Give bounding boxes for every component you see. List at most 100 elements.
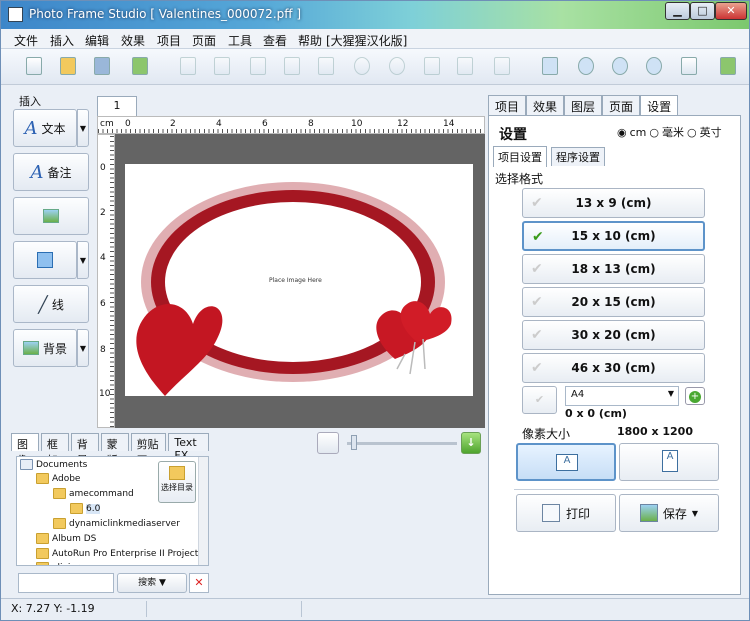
export-icon[interactable] bbox=[717, 55, 739, 77]
insert-note-button[interactable]: A 备注 bbox=[13, 153, 89, 191]
size-13x9-button[interactable]: ✔ 13 x 9 (cm) bbox=[522, 188, 705, 218]
print-button[interactable]: 打印 bbox=[516, 494, 616, 532]
group-icon[interactable] bbox=[315, 55, 337, 77]
tab-clipart[interactable]: 剪贴画 bbox=[130, 433, 167, 467]
search-button[interactable]: 搜索 ▼ bbox=[117, 573, 187, 593]
tree-item[interactable]: Album DS bbox=[36, 533, 96, 544]
zoom-actual-icon[interactable] bbox=[643, 55, 665, 77]
tree-item[interactable]: Adobe bbox=[36, 473, 80, 484]
unit-mm-radio[interactable]: ○ bbox=[649, 126, 659, 139]
size-30x20-button[interactable]: ✔ 30 x 20 (cm) bbox=[522, 320, 705, 350]
tab-project[interactable]: 项目 bbox=[488, 95, 527, 115]
insert-shape-button[interactable] bbox=[13, 241, 77, 279]
paper-check-button[interactable]: ✔ bbox=[522, 386, 557, 414]
chevron-down-icon: ▼ bbox=[667, 389, 674, 398]
zoom-in-icon[interactable] bbox=[575, 55, 597, 77]
menu-page[interactable]: 页面 bbox=[192, 32, 216, 49]
menu-file[interactable]: 文件 bbox=[14, 32, 38, 49]
tab-settings[interactable]: 设置 bbox=[640, 95, 679, 115]
menu-edit[interactable]: 编辑 bbox=[85, 32, 109, 49]
clear-search-icon[interactable]: ✕ bbox=[189, 573, 209, 593]
tab-effects[interactable]: 效果 bbox=[526, 95, 565, 115]
vertical-ruler: 0 2 4 6 8 10 bbox=[97, 134, 115, 428]
ruler-h-0: 0 bbox=[125, 119, 131, 129]
program-settings-tab[interactable]: 程序设置 bbox=[551, 147, 605, 166]
menu-edition[interactable]: [大猩猩汉化版] bbox=[326, 32, 407, 49]
crop-icon[interactable] bbox=[421, 55, 443, 77]
zoom-slider[interactable] bbox=[347, 442, 457, 445]
tree-scrollbar[interactable] bbox=[198, 457, 208, 565]
menu-insert[interactable]: 插入 bbox=[50, 32, 74, 49]
insert-line-button[interactable]: ╱ 线 bbox=[13, 285, 89, 323]
tree-item[interactable]: amecommand bbox=[53, 488, 134, 499]
menu-project[interactable]: 项目 bbox=[157, 32, 181, 49]
insert-image-button[interactable] bbox=[13, 197, 89, 235]
insert-shape-dropdown[interactable]: ▼ bbox=[77, 241, 89, 279]
tab-text-fx[interactable]: Text FX bbox=[168, 433, 209, 462]
menu-view[interactable]: 查看 bbox=[263, 32, 287, 49]
zoom-slider-thumb[interactable] bbox=[351, 435, 357, 450]
tab-backgrounds[interactable]: 背景 bbox=[70, 433, 99, 467]
portrait-button[interactable]: A bbox=[619, 443, 719, 481]
choose-directory-button[interactable]: 选择目录 bbox=[158, 461, 196, 503]
tab-frames[interactable]: 框架 bbox=[40, 433, 69, 467]
tree-item[interactable]: 6.0 bbox=[70, 503, 101, 514]
paper-select[interactable]: A4 ▼ bbox=[565, 386, 679, 406]
tree-item[interactable]: olivier bbox=[36, 562, 80, 565]
tab-masks[interactable]: 蒙版 bbox=[100, 433, 129, 467]
page-preview-icon[interactable] bbox=[678, 55, 700, 77]
unit-inch-radio[interactable]: ○ bbox=[687, 126, 697, 139]
zoom-fit-icon[interactable] bbox=[317, 432, 339, 454]
add-paper-icon[interactable]: + bbox=[685, 387, 705, 405]
ruler-v-2: 2 bbox=[100, 208, 106, 218]
tree-item[interactable]: AutoRun Pro Enterprise II Projects bbox=[36, 548, 203, 559]
page-tab[interactable]: 1 bbox=[97, 96, 137, 116]
size-46x30-button[interactable]: ✔ 46 x 30 (cm) bbox=[522, 353, 705, 383]
align-icon[interactable] bbox=[491, 55, 513, 77]
undo-icon[interactable] bbox=[351, 55, 373, 77]
minimize-button[interactable]: ▁ bbox=[665, 2, 690, 20]
tree-item[interactable]: dynamiclinkmediaserver bbox=[53, 518, 180, 529]
save-icon[interactable] bbox=[91, 55, 113, 77]
search-input[interactable] bbox=[18, 573, 114, 593]
tab-layers[interactable]: 图层 bbox=[564, 95, 603, 115]
status-divider bbox=[301, 601, 302, 617]
open-folder-icon[interactable] bbox=[57, 55, 79, 77]
delete-icon[interactable] bbox=[177, 55, 199, 77]
save-button[interactable]: 保存 ▼ bbox=[619, 494, 719, 532]
folder-tree[interactable]: Documents Adobe amecommand 6.0 dynamicli… bbox=[16, 456, 209, 566]
tab-images[interactable]: 图像 bbox=[11, 433, 39, 467]
maximize-button[interactable]: □ bbox=[690, 2, 715, 20]
fit-icon[interactable] bbox=[539, 55, 561, 77]
menu-tools[interactable]: 工具 bbox=[228, 32, 252, 49]
image-placeholder[interactable]: Place Image Here bbox=[269, 277, 322, 284]
add-image-icon[interactable] bbox=[129, 55, 151, 77]
send-back-icon[interactable] bbox=[247, 55, 269, 77]
size-20x15-button[interactable]: ✔ 20 x 15 (cm) bbox=[522, 287, 705, 317]
insert-text-dropdown[interactable]: ▼ bbox=[77, 109, 89, 147]
insert-background-button[interactable]: 背景 bbox=[13, 329, 77, 367]
insert-background-dropdown[interactable]: ▼ bbox=[77, 329, 89, 367]
insert-text-button[interactable]: A 文本 bbox=[13, 109, 77, 147]
download-arrow-icon[interactable]: ↓ bbox=[461, 432, 481, 454]
redo-icon[interactable] bbox=[386, 55, 408, 77]
menu-effects[interactable]: 效果 bbox=[121, 32, 145, 49]
bring-front-icon[interactable] bbox=[281, 55, 303, 77]
tree-item[interactable]: Documents bbox=[20, 459, 87, 470]
arrange-icon[interactable] bbox=[211, 55, 233, 77]
page-canvas[interactable]: Place Image Here bbox=[125, 164, 473, 396]
unit-cm-radio[interactable]: ◉ bbox=[617, 126, 627, 139]
divider bbox=[514, 489, 719, 490]
canvas-stage[interactable]: Place Image Here bbox=[115, 134, 485, 428]
menu-help[interactable]: 帮助 bbox=[298, 32, 322, 49]
background-icon bbox=[22, 341, 39, 355]
project-settings-tab[interactable]: 项目设置 bbox=[493, 146, 547, 167]
close-button[interactable]: ✕ bbox=[715, 2, 747, 20]
size-18x13-button[interactable]: ✔ 18 x 13 (cm) bbox=[522, 254, 705, 284]
select-icon[interactable] bbox=[454, 55, 476, 77]
zoom-out-icon[interactable] bbox=[609, 55, 631, 77]
landscape-button[interactable]: A bbox=[516, 443, 616, 481]
size-15x10-button[interactable]: ✔ 15 x 10 (cm) bbox=[522, 221, 705, 251]
tab-page[interactable]: 页面 bbox=[602, 95, 641, 115]
new-file-icon[interactable] bbox=[23, 55, 45, 77]
